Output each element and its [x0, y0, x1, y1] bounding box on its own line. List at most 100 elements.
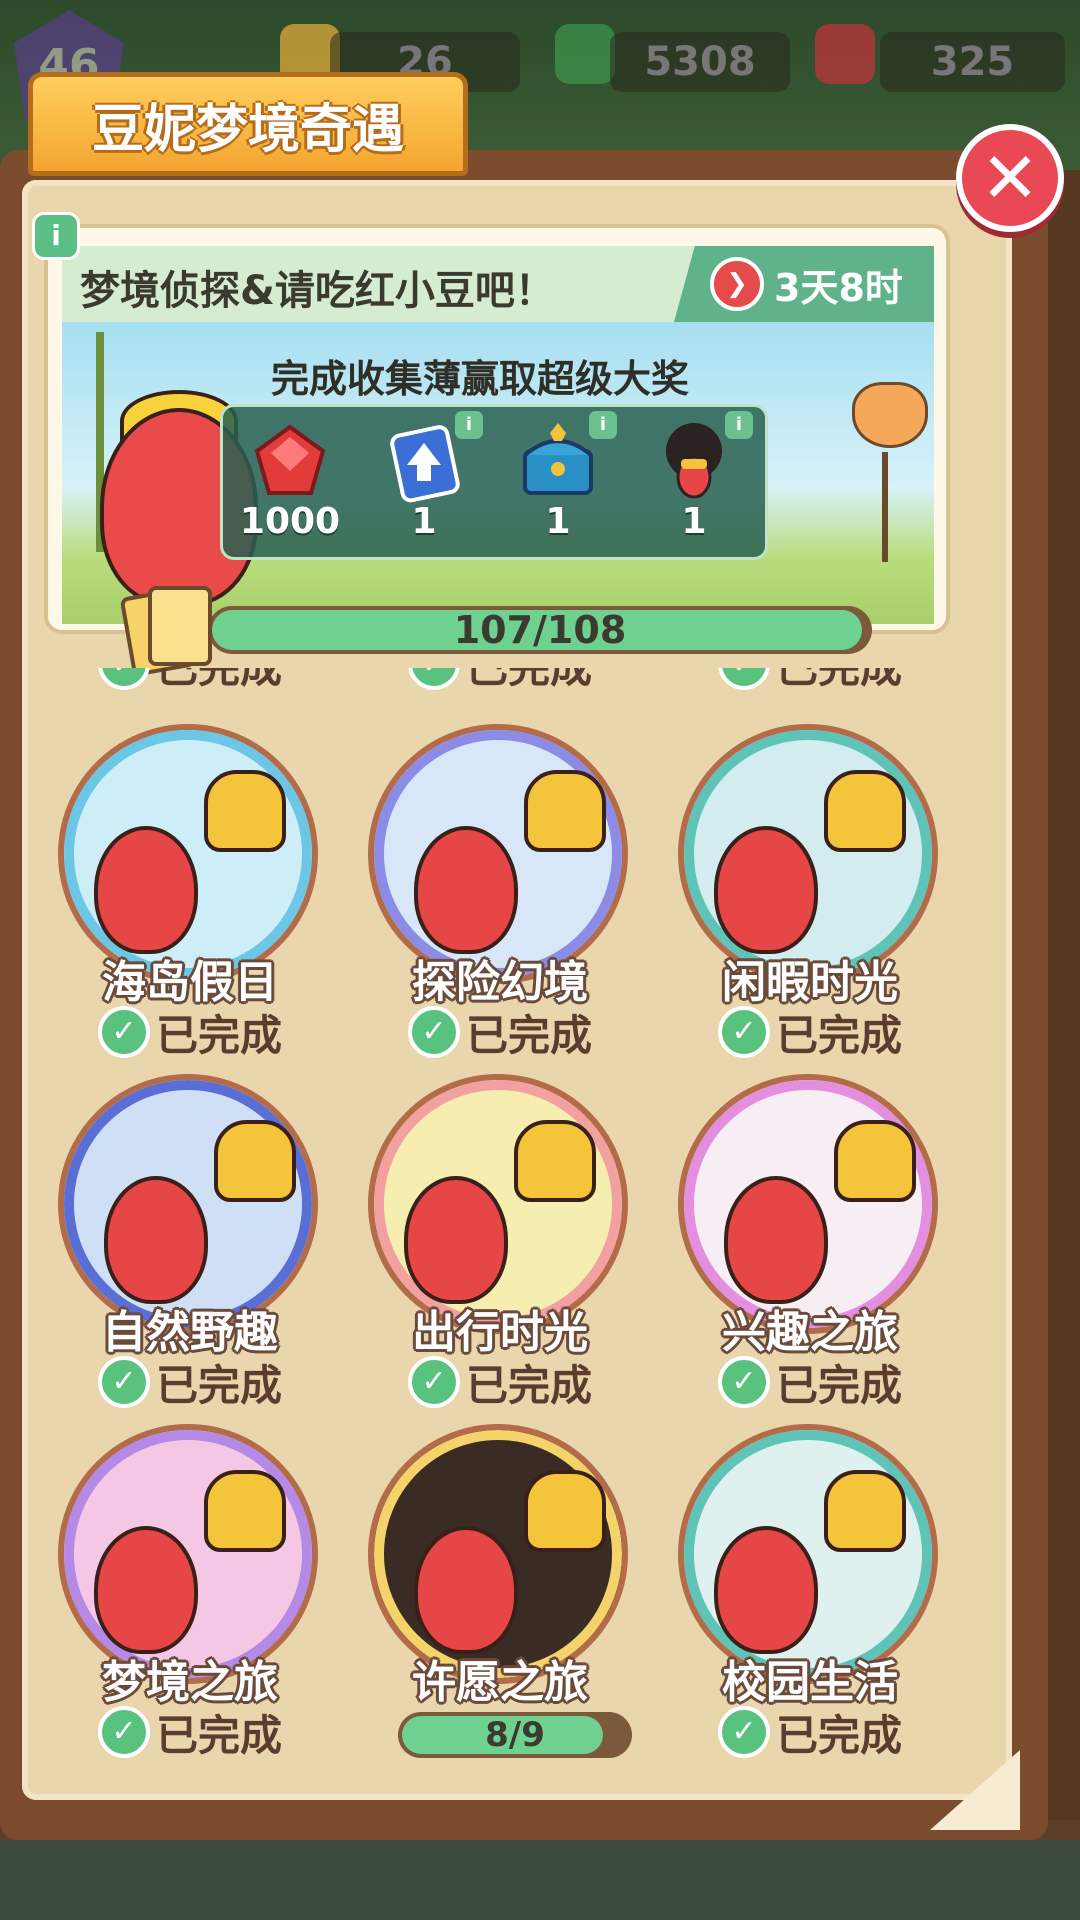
album-name: 探险幻境 — [412, 957, 588, 1008]
reward-count: 1 — [545, 501, 571, 542]
album-cover[interactable] — [368, 724, 628, 984]
collection-progress-bar: 107/108 — [208, 606, 872, 654]
album-cover[interactable] — [678, 724, 938, 984]
hidden-row-status: ✓已完成 — [660, 668, 960, 692]
album-item[interactable]: 闲暇时光 ✓ 已完成 — [660, 724, 960, 1064]
check-icon: ✓ — [717, 1356, 770, 1408]
album-status-text: 已完成 — [775, 1710, 902, 1759]
reward-count: 1 — [411, 501, 437, 542]
check-icon: ✓ — [97, 1006, 150, 1058]
album-cover[interactable] — [58, 1424, 318, 1684]
album-status-text: 已完成 — [155, 1710, 282, 1759]
album-item[interactable]: 探险幻境 ✓ 已完成 — [350, 724, 650, 1064]
bean-character-art — [414, 826, 518, 954]
bean-character-art — [714, 1526, 818, 1654]
character-avatar-icon — [666, 423, 722, 499]
reward-info-button[interactable]: i — [589, 411, 617, 439]
album-item[interactable]: 自然野趣 ✓ 已完成 — [40, 1074, 340, 1414]
crown-character-art — [514, 1120, 596, 1202]
reward-info-button[interactable]: i — [725, 411, 753, 439]
album-status: ✓ 已完成 — [660, 1704, 960, 1758]
crown-character-art — [204, 1470, 286, 1552]
reward-box: 1000 1 i 1 i 1 i — [220, 404, 768, 560]
album-status-text: 已完成 — [155, 1360, 282, 1410]
album-progress-text: 8/9 — [485, 1715, 545, 1755]
reward-count: 1 — [681, 501, 707, 542]
gem-icon — [815, 24, 875, 84]
gem-counter[interactable]: 325 — [880, 32, 1065, 92]
reward-info-button[interactable]: i — [455, 411, 483, 439]
reward-item[interactable]: 1 i — [369, 411, 483, 557]
cash-icon — [555, 24, 615, 84]
banner-subtitle: 完成收集薄赢取超级大奖 — [270, 357, 689, 401]
crown-character-art — [524, 770, 606, 852]
album-name: 闲暇时光 — [722, 957, 898, 1008]
album-cover[interactable] — [58, 1074, 318, 1334]
album-cover[interactable] — [678, 1074, 938, 1334]
album-name: 兴趣之旅 — [722, 1307, 898, 1358]
flower-stem-decor — [882, 452, 888, 562]
close-button[interactable]: ✕ — [956, 124, 1064, 232]
album-status: ✓ 已完成 — [350, 1354, 650, 1410]
timer-text: 3天8时 — [774, 265, 903, 310]
panel-title: 豆妮梦境奇遇 — [28, 72, 468, 176]
album-progress-bar: 8/9 — [398, 1712, 632, 1758]
check-icon: ✓ — [407, 1006, 460, 1058]
album-item[interactable]: 梦境之旅 ✓ 已完成 — [40, 1424, 340, 1758]
album-name: 自然野趣 — [102, 1307, 278, 1358]
background-decor-bottom — [0, 1840, 1080, 1920]
album-status-text: 已完成 — [775, 1360, 902, 1410]
hidden-row-status: ✓已完成 — [40, 668, 340, 692]
album-status-text: 已完成 — [465, 1010, 592, 1060]
crown-character-art — [834, 1120, 916, 1202]
album-name: 出行时光 — [412, 1307, 588, 1358]
album-status-text: 已完成 — [465, 1360, 592, 1410]
crown-character-art — [214, 1120, 296, 1202]
album-status-text: 已完成 — [155, 1010, 282, 1060]
bean-character-art — [104, 1176, 208, 1304]
album-name: 许愿之旅 — [412, 1657, 588, 1708]
check-icon: ✓ — [97, 668, 150, 690]
bean-character-art — [414, 1526, 518, 1654]
album-item[interactable]: 校园生活 ✓ 已完成 — [660, 1424, 960, 1758]
reward-item[interactable]: 1 i — [639, 411, 753, 557]
album-status: ✓ 已完成 — [350, 1004, 650, 1060]
album-item[interactable]: 许愿之旅 8/9 — [350, 1424, 650, 1758]
album-status-text: 已完成 — [775, 1010, 902, 1060]
upgrade-card-icon — [390, 425, 460, 503]
crown-character-art — [524, 1470, 606, 1552]
hidden-row-status: ✓已完成 — [350, 668, 650, 692]
ruby-gem-icon — [254, 424, 326, 495]
album-name: 校园生活 — [722, 1657, 898, 1708]
event-timer: ❯ 3天8时 — [674, 246, 934, 322]
album-item[interactable]: 出行时光 ✓ 已完成 — [350, 1074, 650, 1414]
info-button[interactable]: i — [32, 212, 80, 260]
reward-item[interactable]: 1 i — [503, 411, 617, 557]
album-cover[interactable] — [58, 724, 318, 984]
album-name: 梦境之旅 — [102, 1657, 278, 1708]
check-icon: ✓ — [97, 1706, 150, 1758]
check-icon: ✓ — [717, 1706, 770, 1758]
cash-counter[interactable]: 5308 — [610, 32, 790, 92]
crown-character-art — [824, 1470, 906, 1552]
album-grid: ✓已完成 ✓已完成 ✓已完成 海岛假日✓已完成探险幻境✓已完成闲暇时光✓已完成自… — [40, 668, 1000, 1758]
check-icon: ✓ — [717, 1006, 770, 1058]
album-status: ✓ 已完成 — [40, 1004, 340, 1060]
bean-character-art — [94, 1526, 198, 1654]
album-cover[interactable] — [678, 1424, 938, 1684]
flower-decor — [852, 382, 928, 448]
bean-character-art — [404, 1176, 508, 1304]
check-icon: ✓ — [407, 1356, 460, 1408]
album-cover[interactable] — [368, 1074, 628, 1334]
album-status: ✓ 已完成 — [660, 1004, 960, 1060]
check-icon: ✓ — [97, 1356, 150, 1408]
collection-progress-text: 107/108 — [453, 608, 627, 652]
album-item[interactable]: 兴趣之旅 ✓ 已完成 — [660, 1074, 960, 1414]
album-item[interactable]: 海岛假日 ✓ 已完成 — [40, 724, 340, 1064]
card-album-icon — [119, 586, 212, 677]
album-cover[interactable] — [368, 1424, 628, 1684]
crown-character-art — [824, 770, 906, 852]
reward-item[interactable]: 1000 — [235, 417, 345, 557]
album-status: ✓ 已完成 — [660, 1354, 960, 1410]
banner-header: 梦境侦探&请吃红小豆吧！ ❯ 3天8时 — [62, 246, 934, 322]
